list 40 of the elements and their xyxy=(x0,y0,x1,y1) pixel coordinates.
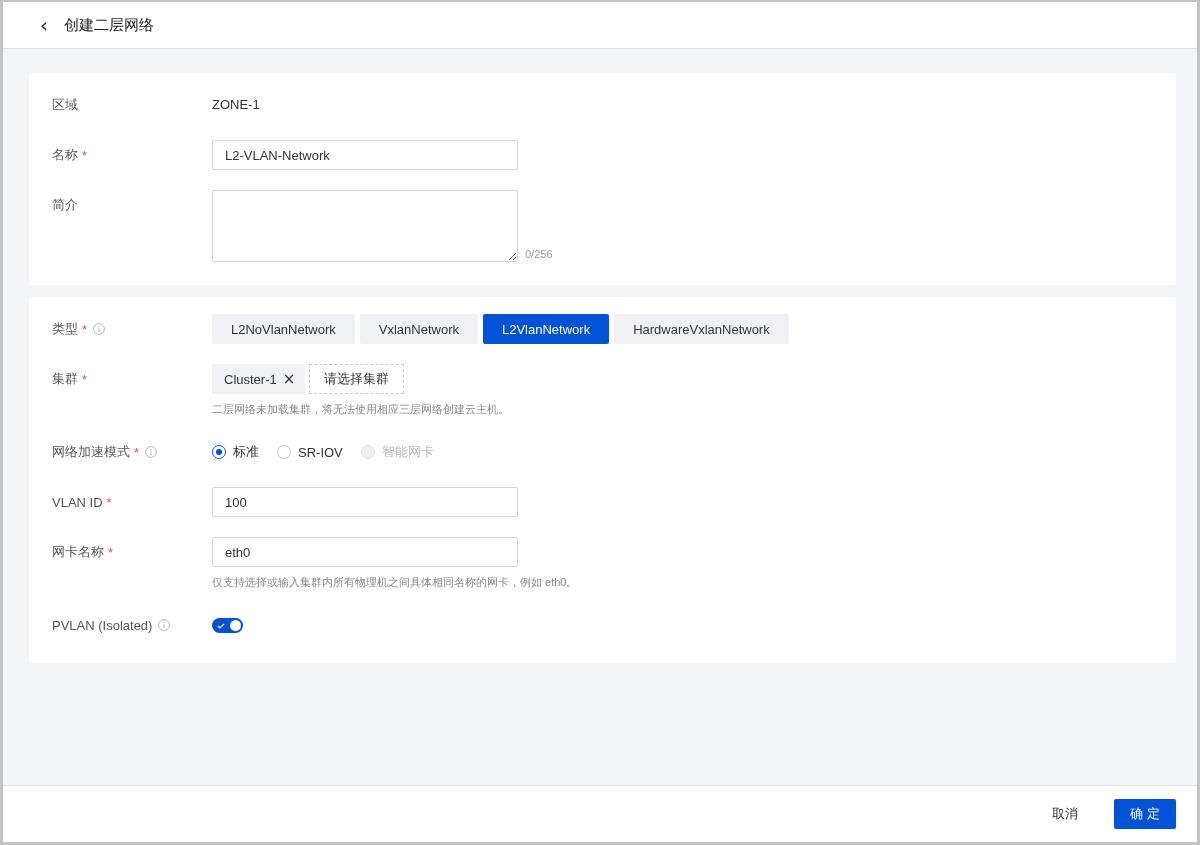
select-cluster-button[interactable]: 请选择集群 xyxy=(309,364,405,394)
check-icon xyxy=(217,623,225,629)
field-label: VLAN ID xyxy=(52,494,103,510)
tag-label: Cluster-1 xyxy=(224,371,277,387)
cancel-button[interactable]: 取消 xyxy=(1036,799,1095,829)
required-mark: * xyxy=(82,321,88,337)
field-label: PVLAN (Isolated) xyxy=(52,617,153,633)
type-tab[interactable]: VxlanNetwork xyxy=(359,314,478,344)
required-mark: * xyxy=(106,494,112,510)
radio-label: 标准 xyxy=(233,443,259,461)
textarea-field[interactable] xyxy=(212,190,518,262)
required-mark: * xyxy=(108,544,114,560)
radio-label: SR-IOV xyxy=(298,444,343,460)
back-button[interactable]: ‹ xyxy=(36,15,52,35)
text-input[interactable]: eth0 xyxy=(212,537,518,567)
help-text: 仅支持选择或输入集群内所有物理机之间具体相同名称的网卡，例如 eth0。 xyxy=(212,575,578,590)
field-label: 网卡名称 xyxy=(52,543,104,561)
field-label: 集群 xyxy=(52,370,78,388)
field-label: 简介 xyxy=(52,196,78,214)
field-label: 类型 xyxy=(52,320,78,338)
radio-button[interactable] xyxy=(212,445,226,459)
type-tab[interactable]: HardwareVxlanNetwork xyxy=(614,314,789,344)
remove-button[interactable]: × xyxy=(280,370,298,388)
page-title: 创建二层网络 xyxy=(64,15,154,35)
char-counter: 0/256 xyxy=(525,248,553,260)
required-mark: * xyxy=(82,147,88,163)
toggle-switch[interactable] xyxy=(212,618,243,633)
confirm-button[interactable]: 确 定 xyxy=(1114,799,1176,829)
text-input[interactable]: L2-VLAN-Network xyxy=(212,140,518,170)
text-input[interactable]: 100 xyxy=(212,487,518,517)
field-label: 网络加速模式 xyxy=(52,443,130,461)
type-tab[interactable]: L2VlanNetwork xyxy=(483,314,610,344)
field-value: ZONE-1 xyxy=(212,96,260,114)
help-text: 二层网络未加载集群，将无法使用相应三层网络创建云主机。 xyxy=(212,402,509,417)
required-mark: * xyxy=(134,444,140,460)
required-mark: * xyxy=(82,371,88,387)
field-label: 名称 xyxy=(52,146,78,164)
field-label: 区域 xyxy=(52,96,78,114)
type-tab[interactable]: L2NoVlanNetwork xyxy=(212,314,355,344)
radio-label: 智能网卡 xyxy=(381,443,434,461)
